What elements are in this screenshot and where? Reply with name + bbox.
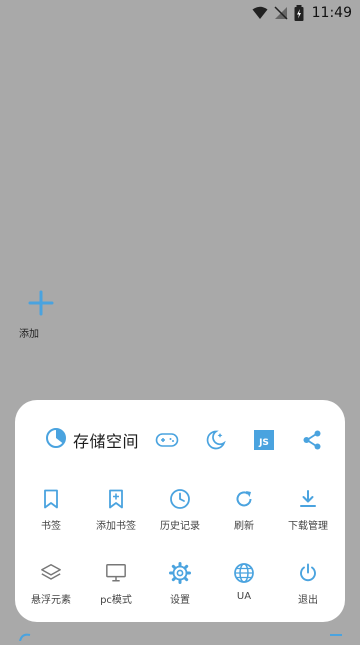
add-bookmark-button[interactable]: 添加书签 — [84, 488, 148, 532]
add-bookmark-icon — [105, 488, 127, 510]
settings-label: 设置 — [170, 595, 190, 606]
status-bar: 11:49 — [0, 0, 360, 26]
menu-row-1: 书签 添加书签 历史记录 刷新 下载管理 — [15, 488, 345, 532]
monitor-icon — [105, 562, 127, 584]
storage-pie-icon — [45, 427, 67, 453]
menu-panel: 存储空间 JS 书签 添加书签 历史记录 刷新 下载管理 悬浮元素 pc模式 设… — [15, 400, 345, 622]
power-icon — [297, 562, 319, 584]
exit-button[interactable]: 退出 — [276, 562, 340, 606]
status-time: 11:49 — [311, 5, 352, 21]
exit-label: 退出 — [298, 595, 318, 606]
pc-mode-button[interactable]: pc模式 — [84, 562, 148, 606]
pc-mode-label: pc模式 — [100, 595, 132, 606]
globe-icon — [233, 562, 255, 584]
menu-row-2: 悬浮元素 pc模式 设置 UA 退出 — [15, 562, 345, 606]
floating-elements-label: 悬浮元素 — [31, 595, 71, 606]
refresh-icon — [233, 488, 255, 510]
bookmarks-label: 书签 — [41, 521, 61, 532]
battery-charging-icon — [294, 5, 304, 21]
add-shortcut[interactable]: 添加 — [14, 290, 68, 340]
refresh-label: 刷新 — [234, 521, 254, 532]
javascript-icon[interactable]: JS — [252, 428, 276, 452]
history-icon — [169, 488, 191, 510]
wifi-icon — [252, 6, 268, 20]
gamepad-icon[interactable] — [155, 428, 179, 452]
gear-icon — [169, 562, 191, 584]
plus-icon — [28, 290, 54, 320]
user-agent-button[interactable]: UA — [212, 562, 276, 606]
js-badge-text: JS — [258, 438, 269, 448]
no-signal-icon — [274, 6, 288, 20]
settings-button[interactable]: 设置 — [148, 562, 212, 606]
download-manager-label: 下载管理 — [288, 521, 328, 532]
night-mode-icon[interactable] — [203, 428, 227, 452]
refresh-button[interactable]: 刷新 — [212, 488, 276, 532]
add-bookmark-label: 添加书签 — [96, 521, 136, 532]
history-button[interactable]: 历史记录 — [148, 488, 212, 532]
download-icon — [297, 488, 319, 510]
storage-button[interactable]: 存储空间 — [45, 426, 139, 454]
download-manager-button[interactable]: 下载管理 — [276, 488, 340, 532]
menu-top-row: 存储空间 JS — [15, 418, 345, 462]
history-label: 历史记录 — [160, 521, 200, 532]
layers-icon — [40, 562, 62, 584]
add-shortcut-label: 添加 — [19, 329, 39, 340]
storage-label: 存储空间 — [73, 432, 140, 451]
share-icon[interactable] — [300, 428, 324, 452]
bookmarks-button[interactable]: 书签 — [19, 488, 83, 532]
user-agent-label: UA — [236, 591, 252, 602]
bookmark-icon — [40, 488, 62, 510]
floating-elements-button[interactable]: 悬浮元素 — [19, 562, 83, 606]
underlying-toolbar — [0, 626, 360, 642]
